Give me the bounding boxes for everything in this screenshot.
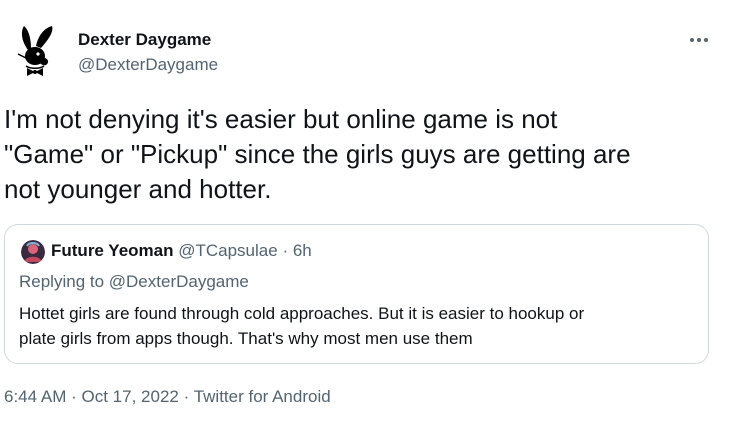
quote-timestamp[interactable]: 6h [293, 241, 312, 260]
tweet-text: I'm not denying it's easier but online g… [4, 104, 631, 204]
quote-handle[interactable]: @TCapsulae [178, 241, 277, 260]
meta-separator: · [183, 387, 190, 406]
author-handle[interactable]: @DexterDaygame [78, 55, 218, 75]
quote-replying-to: Replying to @DexterDaygame [19, 272, 249, 291]
author-display-name[interactable]: Dexter Daygame [78, 30, 211, 50]
quote-header: Future Yeoman @TCapsulae · 6h [51, 241, 312, 261]
quote-display-name[interactable]: Future Yeoman [51, 241, 174, 260]
tweet-time[interactable]: 6:44 AM [4, 387, 66, 406]
user-avatar-icon [21, 240, 45, 264]
more-options-button[interactable] [686, 30, 712, 50]
playboy-bunny-icon [17, 26, 53, 76]
quote-text: Hottet girls are found through cold appr… [19, 304, 585, 348]
tweet-metadata: 6:44 AM · Oct 17, 2022 · Twitter for And… [4, 387, 331, 407]
quote-tweet-card[interactable]: Future Yeoman @TCapsulae · 6h Replying t… [4, 224, 709, 364]
quote-separator: · [282, 241, 289, 260]
ellipsis-icon [690, 38, 708, 42]
tweet-date[interactable]: Oct 17, 2022 [82, 387, 179, 406]
meta-separator: · [71, 387, 77, 406]
quote-avatar[interactable] [21, 240, 45, 264]
avatar[interactable] [12, 24, 60, 80]
tweet-source[interactable]: Twitter for Android [194, 387, 331, 406]
